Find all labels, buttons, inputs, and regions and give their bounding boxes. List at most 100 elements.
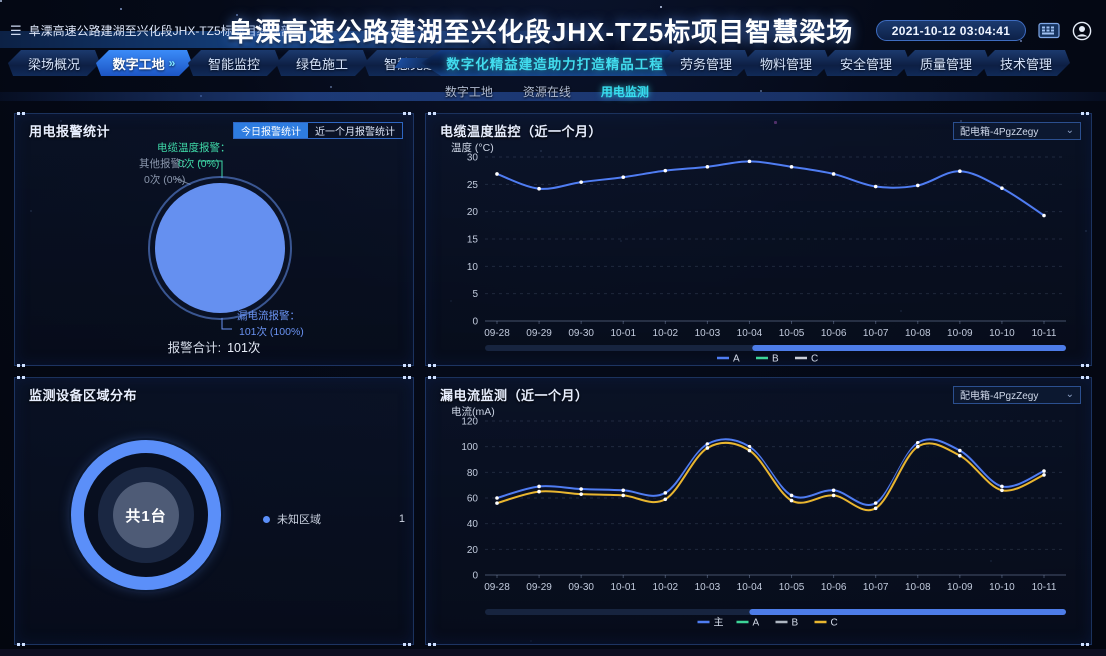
datetime-display: 2021-10-12 03:04:41 xyxy=(876,20,1026,41)
tab-label: 安全管理 xyxy=(840,54,892,73)
svg-text:10-04: 10-04 xyxy=(737,582,763,593)
svg-text:10-10: 10-10 xyxy=(989,582,1015,593)
tab-label: 物料管理 xyxy=(760,54,812,73)
tab-zhineng-jiankong[interactable]: 智能监控 xyxy=(188,50,280,76)
panel-title: 电缆温度监控（近一个月） xyxy=(440,121,602,140)
svg-text:09-30: 09-30 xyxy=(568,582,594,593)
tab-label: 数字工地 xyxy=(113,54,165,73)
svg-text:15: 15 xyxy=(467,235,479,246)
chart-legend[interactable]: 主ABC xyxy=(698,617,838,629)
corner-marker xyxy=(1086,364,1089,367)
alarm-total-label: 报警合计: xyxy=(168,341,221,355)
pie-slice-leakage[interactable] xyxy=(155,183,285,313)
svg-text:10-06: 10-06 xyxy=(821,328,847,339)
panel-header: 电缆温度监控（近一个月） 配电箱-4PgzZegy ⌄ xyxy=(426,114,1091,140)
distribution-box-select[interactable]: 配电箱-4PgzZegy ⌄ xyxy=(953,386,1081,404)
svg-text:20: 20 xyxy=(467,207,479,218)
subnav: 数字工地 资源在线 用电监测 xyxy=(445,83,649,100)
datazoom-thumb[interactable] xyxy=(752,345,1066,351)
page-title: 阜溧高速公路建湖至兴化段JHX-TZ5标项目智慧梁场 xyxy=(228,12,853,49)
menu-icon[interactable]: ☰ xyxy=(10,23,22,39)
chart-legend[interactable]: A B C xyxy=(717,354,818,363)
tab-label: 劳务管理 xyxy=(680,54,732,73)
corner-marker xyxy=(408,643,411,646)
panel-title: 监测设备区域分布 xyxy=(29,385,137,404)
pie-label-leakage: 漏电流报警： xyxy=(237,308,300,323)
svg-text:0: 0 xyxy=(472,571,478,582)
svg-text:25: 25 xyxy=(467,180,479,191)
svg-text:10-02: 10-02 xyxy=(653,328,679,339)
subnav-item-yongdian-jiance[interactable]: 用电监测 xyxy=(601,83,649,100)
svg-text:10-06: 10-06 xyxy=(821,582,847,593)
svg-text:10-03: 10-03 xyxy=(695,328,721,339)
svg-text:10-08: 10-08 xyxy=(905,328,931,339)
svg-text:10-10: 10-10 xyxy=(989,328,1015,339)
subnav-item-ziyuan-zaixian[interactable]: 资源在线 xyxy=(523,83,571,100)
legend-value: 1 xyxy=(399,513,405,525)
svg-text:5: 5 xyxy=(472,289,478,300)
dashboard-root: ☰ 阜溧高速公路建湖至兴化段JHX-TZ5标项目经理部 阜溧高速公路建湖至兴化段… xyxy=(0,0,1106,656)
main-nav: 梁场概况 数字工地» 智能监控 绿色施工 智慧党建 数字化精益建造助力打造精品工… xyxy=(0,50,1106,77)
svg-text:10-01: 10-01 xyxy=(610,328,636,339)
device-total: 共1台 xyxy=(125,505,166,526)
svg-text:A: A xyxy=(733,354,740,363)
svg-text:10-11: 10-11 xyxy=(1032,328,1057,339)
svg-text:B: B xyxy=(772,354,779,363)
svg-text:09-28: 09-28 xyxy=(484,582,510,593)
panel-header: 漏电流监测（近一个月） 配电箱-4PgzZegy ⌄ xyxy=(426,378,1091,404)
tab-laowu-guanli[interactable]: 劳务管理 xyxy=(662,50,750,76)
panel-device-distribution: 监测设备区域分布 共1台 未知区域 1 xyxy=(14,377,414,645)
svg-text:10-05: 10-05 xyxy=(779,582,805,593)
pie-value-cable-temp: 0次 (0%) xyxy=(178,156,219,171)
pie-value-other: 0次 (0%) xyxy=(144,172,185,187)
datazoom-thumb[interactable] xyxy=(749,609,1066,615)
legend-label: 未知区域 xyxy=(277,511,321,527)
svg-text:100: 100 xyxy=(461,442,478,453)
svg-text:80: 80 xyxy=(467,468,479,479)
select-value: 配电箱-4PgzZegy xyxy=(960,123,1038,138)
bottom-strip xyxy=(0,649,1106,656)
leakage-current-chart[interactable]: 020406080100120电流(mA)09-2809-2909-3010-0… xyxy=(439,405,1080,640)
user-icon[interactable] xyxy=(1072,21,1092,41)
chevron-down-icon: ⌄ xyxy=(1066,391,1074,399)
svg-text:40: 40 xyxy=(467,519,479,530)
svg-text:10: 10 xyxy=(467,262,479,273)
donut-center-label: 共1台 xyxy=(113,482,179,548)
svg-text:C: C xyxy=(831,618,838,629)
tab-wuliao-guanli[interactable]: 物料管理 xyxy=(742,50,830,76)
alarm-total-value: 101次 xyxy=(227,341,260,355)
keyboard-icon[interactable] xyxy=(1038,22,1060,39)
tab-label: 技术管理 xyxy=(1000,54,1052,73)
tab-shuzi-gongdi[interactable]: 数字工地» xyxy=(96,50,192,76)
tab-jishu-guanli[interactable]: 技术管理 xyxy=(982,50,1070,76)
corner-marker xyxy=(428,364,431,367)
tab-anquan-guanli[interactable]: 安全管理 xyxy=(822,50,910,76)
tab-lvse-shigong[interactable]: 绿色施工 xyxy=(276,50,368,76)
svg-text:C: C xyxy=(811,354,818,363)
svg-text:09-28: 09-28 xyxy=(484,328,510,339)
distribution-box-select[interactable]: 配电箱-4PgzZegy ⌄ xyxy=(953,122,1081,140)
svg-text:20: 20 xyxy=(467,545,479,556)
corner-marker xyxy=(1086,643,1089,646)
svg-text:B: B xyxy=(792,618,799,629)
svg-text:60: 60 xyxy=(467,494,479,505)
tab-zhiliang-guanli[interactable]: 质量管理 xyxy=(902,50,990,76)
cable-temp-chart[interactable]: 051015202530温度 (°C)09-2809-2909-3010-011… xyxy=(439,141,1080,362)
device-legend-row[interactable]: 未知区域 1 xyxy=(263,511,405,527)
subnav-item-shuzi-gongdi[interactable]: 数字工地 xyxy=(445,83,493,100)
panel-header: 监测设备区域分布 xyxy=(15,378,413,404)
svg-text:10-08: 10-08 xyxy=(905,582,931,593)
tab-label: 智能监控 xyxy=(208,54,260,73)
panel-leakage-current: 漏电流监测（近一个月） 配电箱-4PgzZegy ⌄ 0 20 40 60 80 100 1… xyxy=(425,377,1092,645)
svg-text:主: 主 xyxy=(714,617,724,629)
svg-text:A: A xyxy=(753,618,760,629)
chevron-down-icon: ⌄ xyxy=(1066,127,1074,135)
svg-text:120: 120 xyxy=(461,417,478,428)
pie-label-cable-temp: 电缆温度报警： xyxy=(157,140,231,155)
svg-text:10-04: 10-04 xyxy=(737,328,763,339)
svg-text:温度 (°C): 温度 (°C) xyxy=(451,141,494,154)
svg-text:10-05: 10-05 xyxy=(779,328,805,339)
alarm-total: 报警合计: 101次 xyxy=(15,337,413,356)
svg-text:10-02: 10-02 xyxy=(653,582,679,593)
tab-liangchang-gaikuang[interactable]: 梁场概况 xyxy=(8,50,100,76)
